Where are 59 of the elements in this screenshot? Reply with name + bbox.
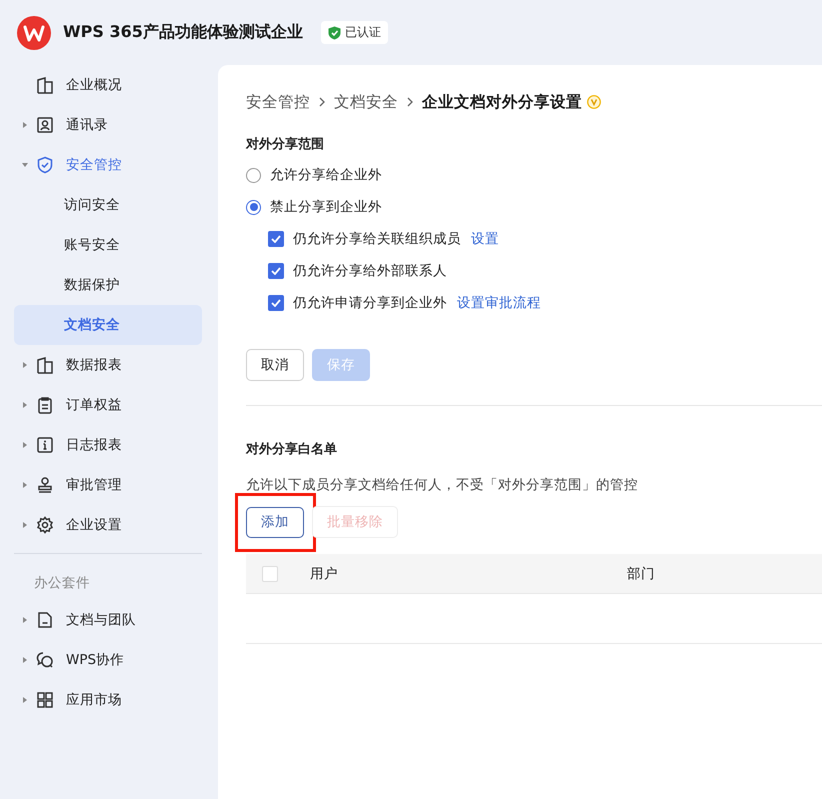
sidebar-item[interactable]: 通讯录: [66, 116, 108, 134]
checkbox[interactable]: [268, 263, 284, 279]
gear-icon: [36, 516, 54, 534]
contact-card-icon: [36, 116, 54, 134]
sidebar-item[interactable]: 订单权益: [66, 396, 122, 414]
sidebar-item[interactable]: 企业设置: [66, 516, 122, 534]
checkbox[interactable]: [268, 231, 284, 247]
shield-check-icon: [36, 156, 54, 174]
column-header: 用户: [310, 564, 339, 582]
radio-button[interactable]: [246, 168, 261, 182]
clipboard-icon: [36, 396, 54, 414]
chevron-right-icon: [406, 97, 414, 107]
logo-icon: [17, 16, 51, 50]
settings-link[interactable]: 设置审批流程: [457, 294, 541, 312]
sidebar-subitem[interactable]: 访问安全: [64, 196, 120, 214]
section-title: 对外分享白名单: [246, 440, 338, 459]
sidebar-item[interactable]: 日志报表: [66, 436, 122, 454]
add-button[interactable]: 添加: [246, 506, 304, 538]
sidebar-group-label: 办公套件: [33, 574, 91, 593]
info-icon: [36, 436, 54, 454]
checkbox[interactable]: [268, 295, 284, 311]
document-icon: [36, 611, 54, 629]
checkbox-label: 仍允许分享给外部联系人: [293, 262, 447, 280]
sidebar-item[interactable]: 安全管控: [66, 156, 122, 174]
sidebar-item[interactable]: 审批管理: [66, 476, 122, 494]
shield-check-icon: [328, 26, 341, 40]
sidebar-item[interactable]: WPS协作: [66, 651, 124, 669]
sidebar-item[interactable]: 企业概况: [66, 76, 122, 94]
app-grid-icon: [36, 691, 54, 709]
settings-link[interactable]: 设置: [471, 230, 499, 248]
building-icon: [36, 76, 54, 94]
page-title: 企业文档对外分享设置: [422, 92, 582, 112]
section-description: 允许以下成员分享文档给任何人，不受「对外分享范围」的管控: [246, 476, 639, 494]
sidebar-item[interactable]: 数据报表: [66, 356, 122, 374]
sidebar-subitem[interactable]: 数据保护: [64, 276, 120, 294]
column-header: 部门: [627, 564, 655, 582]
section-title: 对外分享范围: [246, 136, 325, 154]
building-icon: [36, 356, 54, 374]
sidebar-subitem[interactable]: 文档安全: [64, 316, 120, 334]
checkbox-label: 仍允许分享给关联组织成员: [293, 230, 461, 248]
sidebar-item[interactable]: 文档与团队: [66, 611, 136, 629]
chevron-right-icon: [318, 97, 326, 107]
verified-badge: 已认证: [320, 21, 388, 44]
checkbox-label: 仍允许申请分享到企业外: [293, 294, 447, 312]
stamp-icon: [36, 476, 54, 494]
breadcrumb-link[interactable]: 安全管控: [246, 92, 310, 112]
organization-name: WPS 365产品功能体验测试企业: [63, 22, 303, 43]
radio-label: 禁止分享到企业外: [270, 198, 382, 216]
checkmark-icon: [271, 299, 281, 307]
breadcrumb-link[interactable]: 文档安全: [334, 92, 398, 112]
checkmark-icon: [271, 235, 281, 243]
radio-label: 允许分享给企业外: [270, 166, 382, 184]
sidebar-item[interactable]: 应用市场: [66, 691, 122, 709]
chat-bubbles-icon: [36, 651, 54, 669]
checkmark-icon: [271, 267, 281, 275]
cancel-button[interactable]: 取消: [246, 349, 304, 381]
vip-badge-icon: [587, 95, 601, 109]
radio-button[interactable]: [246, 200, 261, 214]
sidebar-subitem[interactable]: 账号安全: [64, 236, 120, 254]
